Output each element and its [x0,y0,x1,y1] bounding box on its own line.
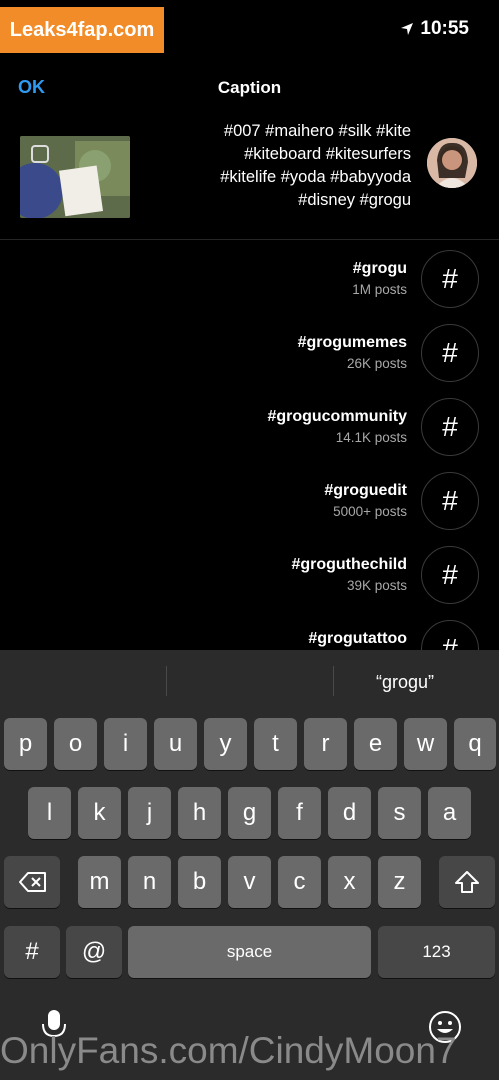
hashtag-icon: # [421,324,479,382]
avatar-image [427,138,477,188]
location-arrow-icon [401,23,414,35]
key-q[interactable]: q [454,718,496,770]
shift-key[interactable] [439,856,495,908]
hashtag-row[interactable]: # #grogu 1M posts [0,249,499,311]
thumbnail-image [20,136,130,218]
hashtag-count: 5000+ posts [333,504,407,519]
key-s[interactable]: s [378,787,421,839]
hash-key[interactable]: # [4,926,60,978]
hashtag-row[interactable]: # #groguthechild 39K posts [0,545,499,607]
at-key[interactable]: @ [66,926,122,978]
hashtag-row[interactable]: # #grogucommunity 14.1K posts [0,397,499,459]
caption-line: #disney #grogu [298,191,411,209]
key-x[interactable]: x [328,856,371,908]
key-i[interactable]: i [104,718,147,770]
suggestion-word[interactable]: “grogu” [376,672,434,693]
key-r[interactable]: r [304,718,347,770]
status-time: 10:55 [420,18,469,39]
shift-icon [455,871,479,893]
key-u[interactable]: u [154,718,197,770]
key-a[interactable]: a [428,787,471,839]
caption-header: OK Caption [0,70,499,110]
key-o[interactable]: o [54,718,97,770]
hashtag-icon: # [421,620,479,650]
key-d[interactable]: d [328,787,371,839]
key-e[interactable]: e [354,718,397,770]
key-y[interactable]: y [204,718,247,770]
caption-line: #kitelife #yoda #babyyoda [220,168,411,186]
key-c[interactable]: c [278,856,321,908]
hashtag-name: #grogucommunity [267,408,407,425]
hashtag-count: 14.1K posts [335,430,407,445]
hashtag-row[interactable]: # #groguedit 5000+ posts [0,471,499,533]
numbers-key[interactable]: 123 [378,926,495,978]
backspace-key[interactable] [4,856,60,908]
suggestion-divider [333,666,334,696]
key-z[interactable]: z [378,856,421,908]
caption-text[interactable]: #007 #maihero #silk #kite #kiteboard #ki… [141,120,411,212]
key-p[interactable]: p [4,718,47,770]
watermark-logo-text: Leaks4fap.com [9,18,155,41]
hashtag-icon: # [421,472,479,530]
hashtag-icon: # [421,398,479,456]
hashtag-name: #groguedit [324,482,407,499]
key-l[interactable]: l [28,787,71,839]
hashtag-count: 26K posts [346,356,407,371]
suggestion-bar: “grogu” [0,662,499,706]
hashtag-name: #grogu [352,260,407,277]
hashtag-icon: # [421,250,479,308]
space-key[interactable]: space [128,926,371,978]
caption-line: #007 #maihero #silk #kite [223,122,411,140]
hashtag-row[interactable]: # #grogumemes 26K posts [0,323,499,385]
hashtag-name: #groguthechild [291,556,407,573]
caption-line: #kiteboard #kitesurfers [244,145,411,163]
key-m[interactable]: m [78,856,121,908]
post-thumbnail [20,136,130,218]
hashtag-count: 1M posts [352,282,407,297]
key-j[interactable]: j [128,787,171,839]
key-w[interactable]: w [404,718,447,770]
hashtag-row[interactable]: # #grogutattoo [0,619,499,650]
watermark-text: OnlyFans.com/CindyMoon7 [0,1030,457,1071]
key-k[interactable]: k [78,787,121,839]
key-t[interactable]: t [254,718,297,770]
page-title: Caption [217,78,282,97]
backspace-icon [19,872,46,892]
hashtag-icon: # [421,546,479,604]
key-g[interactable]: g [228,787,271,839]
hashtag-count: 39K posts [346,578,407,593]
key-f[interactable]: f [278,787,321,839]
watermark-logo: Leaks4fap.com [0,7,164,53]
status-bar: 10:55 [400,18,469,40]
hashtag-name: #grogutattoo [308,630,407,647]
key-v[interactable]: v [228,856,271,908]
hashtag-suggestions: # #grogu 1M posts # #grogumemes 26K post… [0,246,499,650]
caption-editor[interactable]: #007 #maihero #silk #kite #kiteboard #ki… [0,116,499,240]
suggestion-divider [166,666,167,696]
key-n[interactable]: n [128,856,171,908]
key-b[interactable]: b [178,856,221,908]
key-h[interactable]: h [178,787,221,839]
hashtag-name: #grogumemes [297,334,407,351]
avatar [427,138,477,188]
